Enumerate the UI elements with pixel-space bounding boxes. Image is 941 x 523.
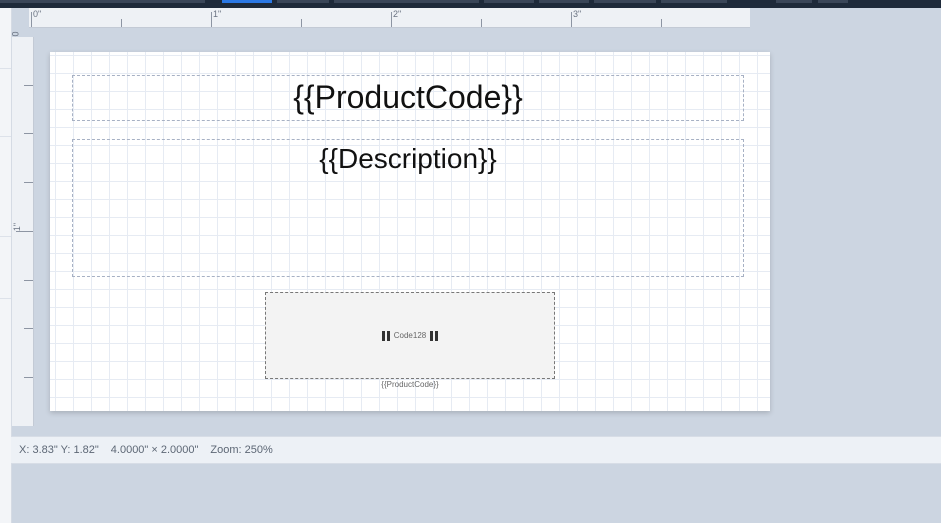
ruler-minor-tick <box>24 182 33 183</box>
toolbar-segment[interactable] <box>277 0 329 3</box>
product-code-field[interactable]: {{ProductCode}} <box>72 75 744 121</box>
ruler-minor-tick <box>24 377 33 378</box>
barcode-caption: {{ProductCode}} <box>381 380 439 389</box>
panel-divider <box>0 236 11 237</box>
ruler-minor-tick <box>481 19 482 27</box>
toolbar-segment-active[interactable] <box>222 0 272 3</box>
toolbar-segment[interactable] <box>484 0 534 3</box>
ruler-label: 3" <box>573 9 582 19</box>
ruler-minor-tick <box>24 328 33 329</box>
label-page-canvas[interactable]: {{ProductCode}} {{Description}} Code128 … <box>50 52 770 411</box>
ruler-label: 1" <box>12 222 23 232</box>
panel-divider <box>0 68 11 69</box>
ruler-minor-tick <box>301 19 302 27</box>
description-field[interactable]: {{Description}} <box>72 139 744 277</box>
top-toolbar-strip <box>0 0 941 8</box>
barcode-type-label: Code128 <box>393 331 427 340</box>
zoom-level: Zoom: 250% <box>210 444 273 456</box>
status-bar: X: 3.83" Y: 1.82" 4.0000" × 2.0000" Zoom… <box>11 436 941 464</box>
toolbar-segment[interactable] <box>776 0 812 3</box>
ruler-minor-tick <box>24 280 33 281</box>
label-size: 4.0000" × 2.0000" <box>110 444 199 456</box>
cursor-coordinates: X: 3.83" Y: 1.82" <box>19 444 99 456</box>
ruler-major-tick <box>16 231 33 232</box>
barcode-element[interactable]: Code128 <box>265 292 555 379</box>
ruler-minor-tick <box>24 85 33 86</box>
ruler-minor-tick <box>121 19 122 27</box>
ruler-major-tick <box>391 12 392 27</box>
ruler-minor-tick <box>24 133 33 134</box>
toolbar-segment[interactable] <box>594 0 656 3</box>
vertical-ruler: 0 1" <box>11 31 34 426</box>
barcode-bars-icon <box>430 330 439 341</box>
panel-divider <box>0 136 11 137</box>
ruler-major-tick <box>571 12 572 27</box>
ruler-minor-tick <box>661 19 662 27</box>
ruler-label: 0 <box>10 31 21 37</box>
toolbar-segment[interactable] <box>661 0 727 3</box>
ruler-label: 0" <box>33 9 42 19</box>
ruler-label: 1" <box>213 9 222 19</box>
toolbar-segment[interactable] <box>539 0 589 3</box>
toolbar-segment[interactable] <box>334 0 479 3</box>
ruler-major-tick <box>211 12 212 27</box>
horizontal-ruler: 0" 1" 2" 3" <box>29 8 750 28</box>
toolbar-segment <box>0 0 205 3</box>
ruler-major-tick <box>31 12 32 27</box>
barcode-bars-icon <box>381 330 390 341</box>
panel-divider <box>0 298 11 299</box>
ruler-label: 2" <box>393 9 402 19</box>
toolbar-segment[interactable] <box>818 0 848 3</box>
